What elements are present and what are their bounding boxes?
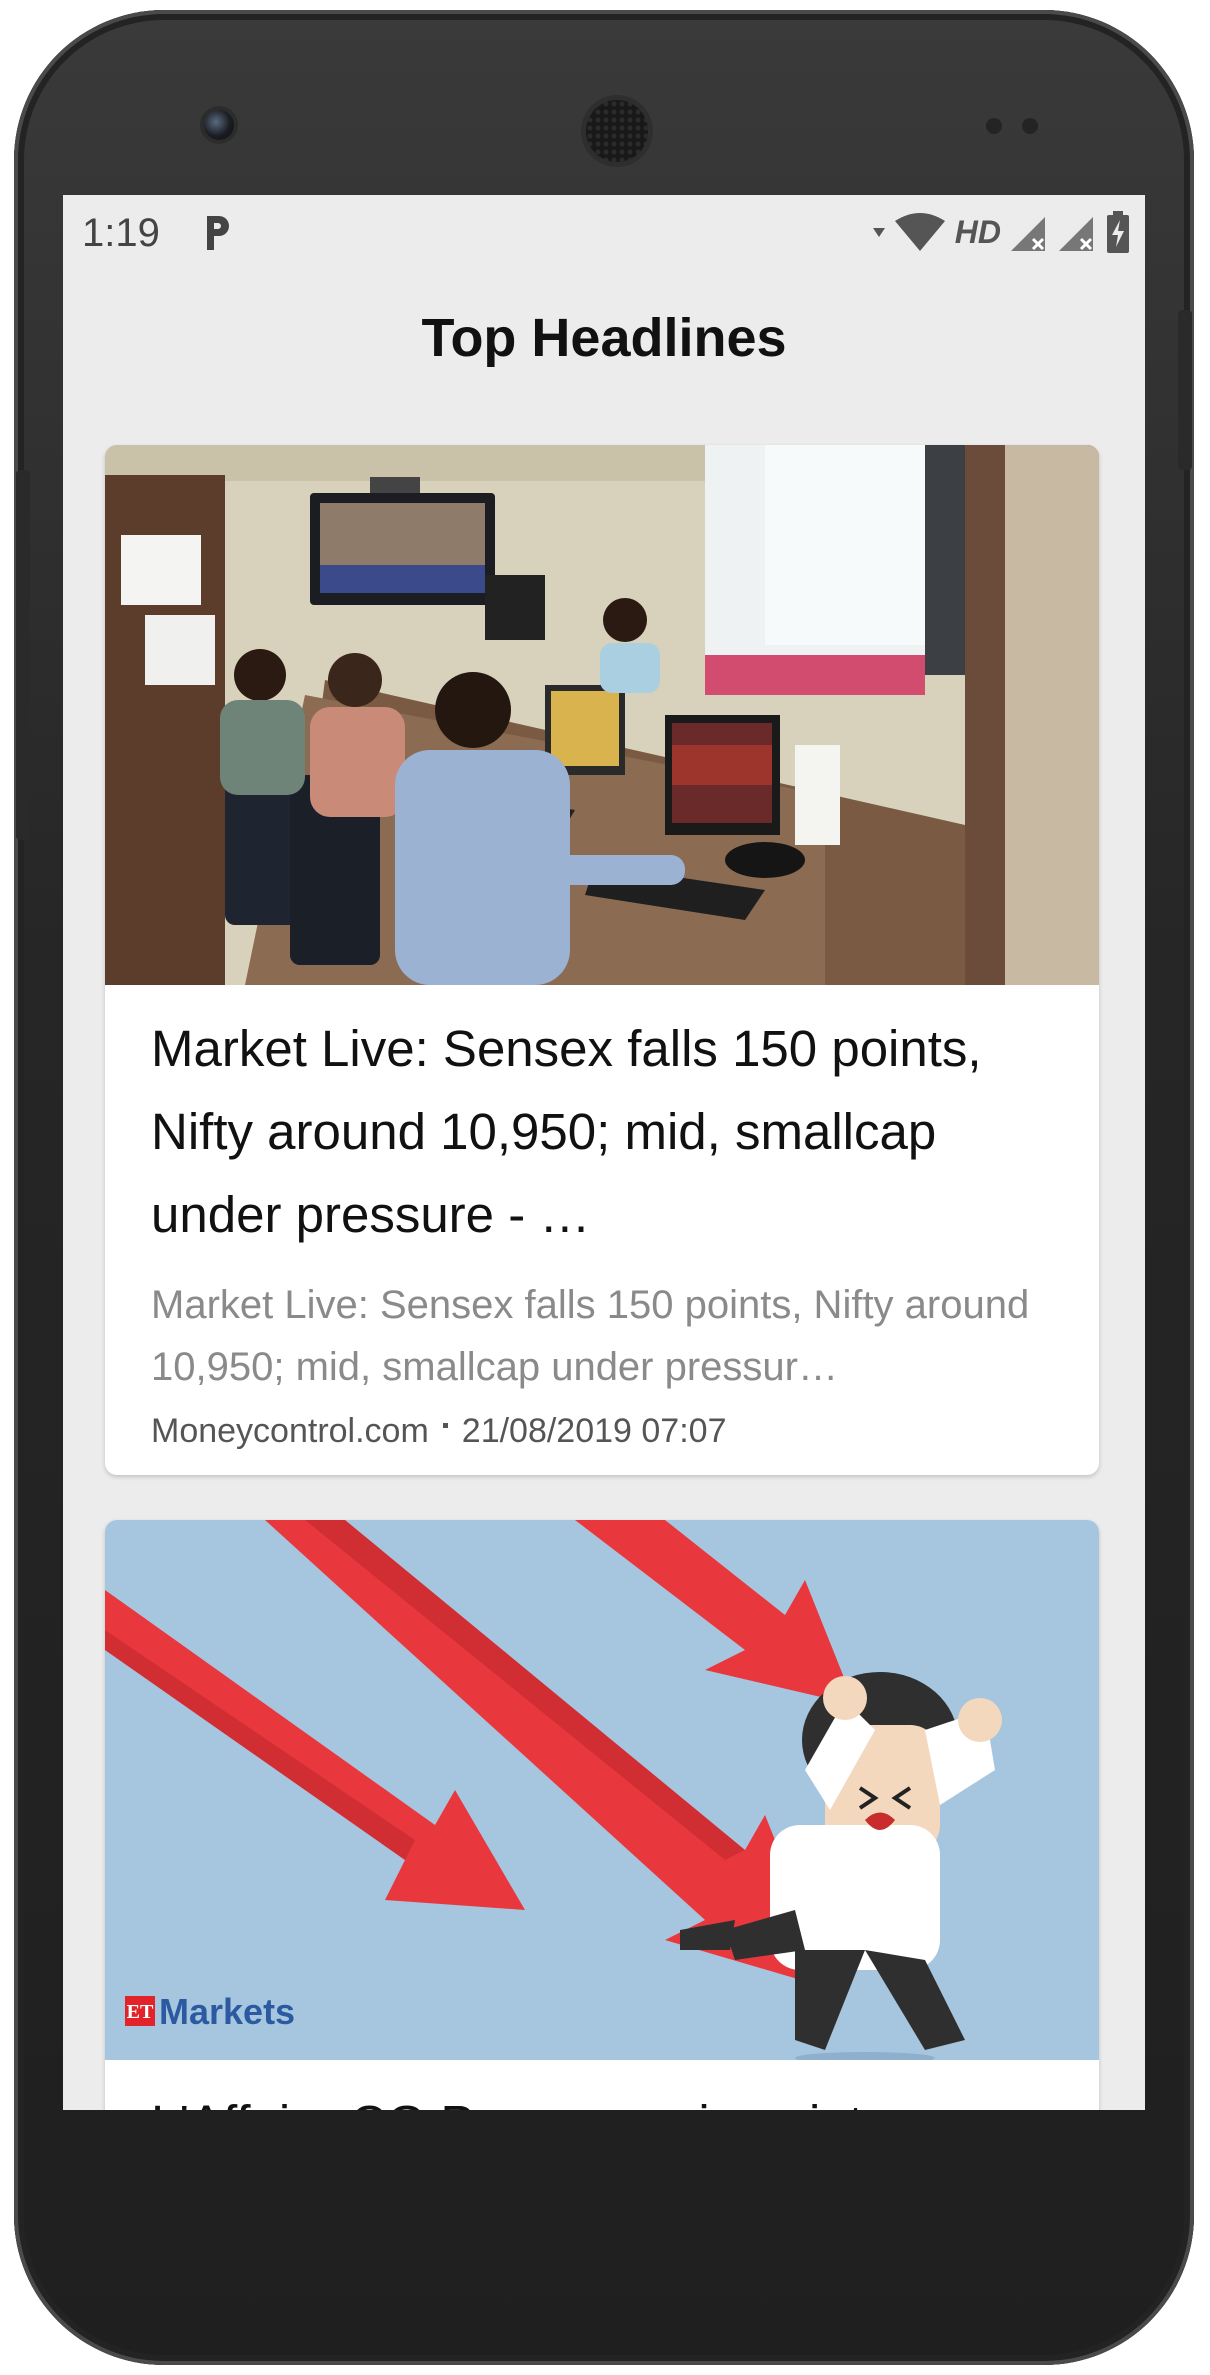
- page-title: Top Headlines: [421, 308, 787, 368]
- article-description: Market Live: Sensex falls 150 points, Ni…: [151, 1283, 1030, 1389]
- signal-icon: [1059, 217, 1093, 251]
- front-camera: [204, 110, 234, 140]
- article-card[interactable]: ET Markets L'Affaire CG Power a pain poi…: [105, 1520, 1099, 2110]
- proximity-sensor: [986, 118, 1002, 134]
- logo-prefix: ET: [127, 2001, 154, 2023]
- battery-charging-icon: [1107, 211, 1129, 253]
- download-arrow-icon: [872, 228, 885, 237]
- status-bar: 1:19 HD: [63, 195, 1145, 270]
- wifi-icon: [894, 213, 945, 251]
- article-text: L'Affaire CG Power a pain point: [105, 2060, 1099, 2110]
- signal-icon: [1011, 217, 1045, 251]
- article-title[interactable]: L'Affaire CG Power a pain point: [151, 2082, 1051, 2110]
- status-icons: HD: [872, 209, 1129, 255]
- light-sensor: [1022, 118, 1038, 134]
- article-image: [105, 445, 1099, 985]
- earpiece-speaker: [586, 100, 648, 162]
- parking-notification-icon: [207, 216, 229, 250]
- article-source: Moneycontrol.com: [151, 1412, 429, 1450]
- status-time: 1:19: [82, 211, 160, 255]
- volume-button: [16, 470, 30, 840]
- article-image: ET Markets: [105, 1520, 1099, 2060]
- article-title[interactable]: Market Live: Sensex falls 150 points, Ni…: [151, 1007, 1051, 1256]
- article-card[interactable]: Market Live: Sensex falls 150 points, Ni…: [105, 445, 1099, 1475]
- network-type-label: HD: [954, 213, 1001, 250]
- meta-separator: [442, 1423, 448, 1428]
- logo-name: Markets: [159, 1991, 295, 2032]
- article-text: Market Live: Sensex falls 150 points, Ni…: [105, 985, 1099, 1451]
- power-button: [1178, 310, 1192, 470]
- article-date: 21/08/2019 07:07: [461, 1412, 727, 1450]
- app-screen: 1:19 HD Top Headlines Market Live: Sense…: [63, 195, 1145, 2110]
- article-meta: Moneycontrol.com 21/08/2019 07:07: [151, 1412, 1051, 1451]
